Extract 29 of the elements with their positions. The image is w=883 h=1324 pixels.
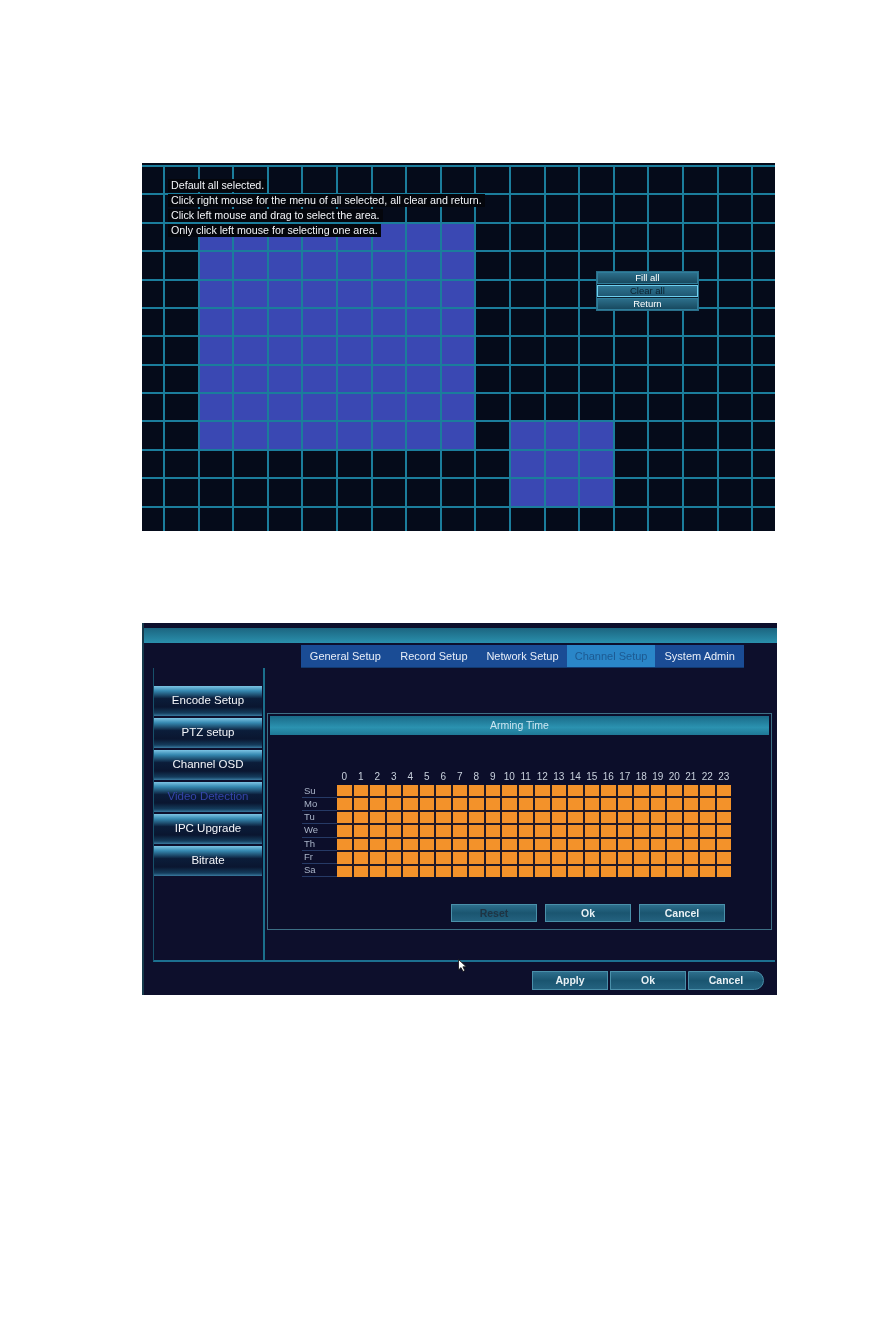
hour-label: 23 — [717, 770, 731, 783]
hour-label: 18 — [634, 770, 648, 783]
hour-label: 1 — [356, 770, 365, 783]
dialog-title: Arming Time — [490, 720, 549, 731]
hint-tooltip: Only click left mouse for selecting one area. — [168, 224, 381, 237]
hour-label: 14 — [568, 770, 582, 783]
hour-label: 17 — [618, 770, 632, 783]
hour-label: 21 — [684, 770, 698, 783]
hour-label: 12 — [535, 770, 549, 783]
hour-label: 8 — [472, 770, 481, 783]
hour-label: 0 — [340, 770, 349, 783]
hour-label: 22 — [700, 770, 714, 783]
hint-tooltip: Default all selected. — [168, 179, 268, 192]
hour-label: 19 — [651, 770, 665, 783]
hour-label: 6 — [439, 770, 448, 783]
hour-label: 20 — [667, 770, 681, 783]
hour-label: 10 — [502, 770, 516, 783]
hour-label: 5 — [422, 770, 431, 783]
hour-label: 7 — [455, 770, 464, 783]
hour-label: 3 — [389, 770, 398, 783]
hour-label: 9 — [488, 770, 497, 783]
hint-tooltip: Click left mouse and drag to select the area. — [168, 209, 383, 222]
hour-label: 11 — [519, 770, 532, 783]
hour-label: 13 — [552, 770, 566, 783]
hour-label: 16 — [601, 770, 615, 783]
hint-tooltip: Click right mouse for the menu of all selected, all clear and return. — [168, 194, 485, 207]
hour-label: 4 — [406, 770, 415, 783]
hour-label: 15 — [585, 770, 599, 783]
hour-label: 2 — [373, 770, 382, 783]
